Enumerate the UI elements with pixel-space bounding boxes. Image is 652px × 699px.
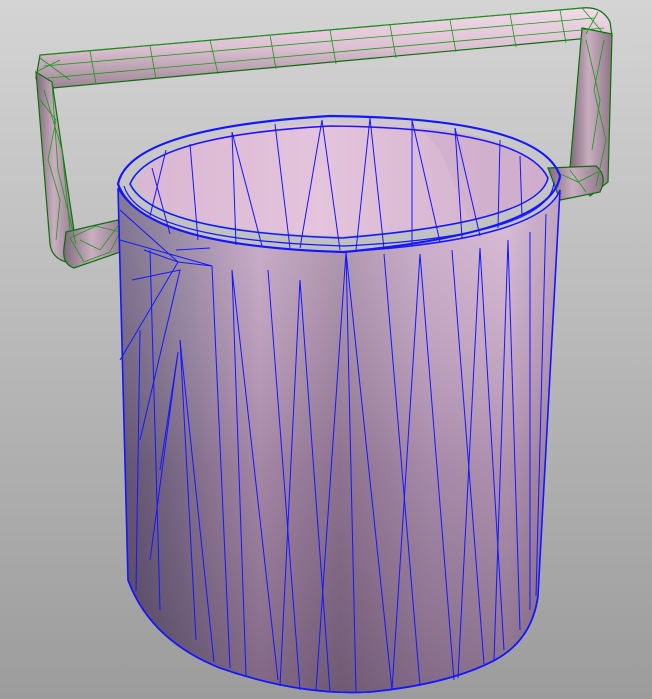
bucket-body[interactable] (116, 114, 562, 694)
bucket-model-scene[interactable] (0, 0, 652, 699)
3d-viewport[interactable] (0, 0, 652, 699)
